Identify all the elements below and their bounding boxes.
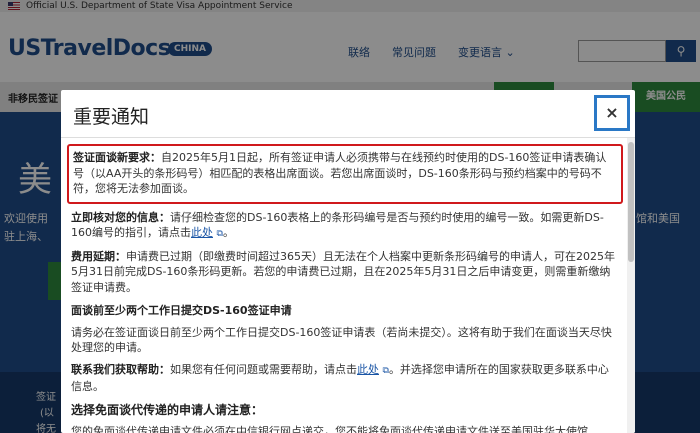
notice-label: 签证面谈新要求： bbox=[73, 151, 161, 164]
submit-paragraph: 请务必在签证面谈日前至少两个工作日提交DS-160签证申请表（若尚未提交）。这将… bbox=[71, 325, 612, 355]
modal-divider bbox=[61, 137, 635, 138]
verify-tail: 。 bbox=[222, 226, 234, 239]
fee-label: 费用延期： bbox=[71, 249, 126, 263]
submit-heading: 面谈前至少两个工作日提交DS-160签证申请 bbox=[71, 304, 292, 317]
contact-paragraph: 联系我们获取帮助：如果您有任何问题或需要帮助，请点击此处 ⧉。并选择您申请所在的… bbox=[67, 356, 623, 395]
contact-label: 联系我们获取帮助： bbox=[71, 362, 170, 376]
new-requirement-notice: 签证面谈新要求：自2025年5月1日起，所有签证申请人必须携带与在线预约时使用的… bbox=[67, 144, 623, 204]
fee-text: 申请费已过期（即缴费时间超过365天）且无法在个人档案中更新条形码编号的申请人，… bbox=[71, 249, 615, 294]
verify-label: 立即核对您的信息： bbox=[71, 210, 170, 224]
close-button[interactable]: × bbox=[594, 95, 630, 131]
waiver-heading: 选择免面谈代传递的申请人请注意： bbox=[71, 402, 264, 417]
contact-text: 如果您有任何问题或需要帮助，请点击 bbox=[170, 362, 357, 376]
close-icon: × bbox=[605, 103, 619, 122]
verify-paragraph: 立即核对您的信息：请仔细检查您的DS-160表格上的条形码编号是否与预约时使用的… bbox=[67, 204, 623, 243]
fee-paragraph: 费用延期：申请费已过期（即缴费时间超过365天）且无法在个人档案中更新条形码编号… bbox=[67, 243, 623, 296]
verify-link[interactable]: 此处 bbox=[191, 226, 213, 239]
scrollbar-thumb[interactable] bbox=[628, 142, 634, 262]
modal-title: 重要通知 bbox=[73, 106, 150, 128]
important-notice-modal: 重要通知 × 签证面谈新要求：自2025年5月1日起，所有签证申请人必须携带与在… bbox=[61, 90, 635, 433]
contact-link[interactable]: 此处 bbox=[357, 363, 379, 376]
waiver-paragraph: 您的免面谈代传递申请文件必须在中信银行网点递交，您不能将免面谈代传递申请文件送至… bbox=[71, 425, 588, 433]
modal-body: 签证面谈新要求：自2025年5月1日起，所有签证申请人必须携带与在线预约时使用的… bbox=[67, 144, 623, 433]
